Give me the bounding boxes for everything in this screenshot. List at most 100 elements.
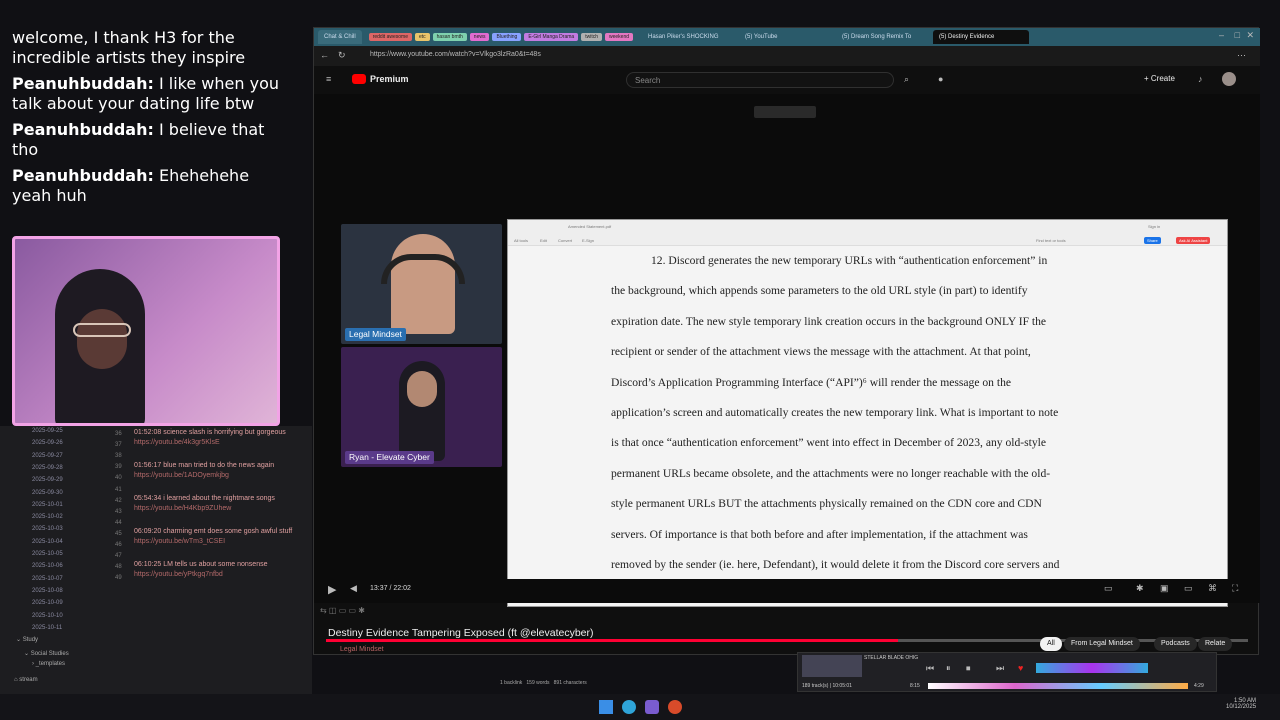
minimize-icon[interactable]: –: [1219, 30, 1224, 40]
note-link[interactable]: https://youtu.be/yPtkgq7nfbd: [134, 571, 267, 578]
search-icon[interactable]: ⌕: [904, 74, 909, 85]
pdf-sign-in[interactable]: Sign in: [1148, 224, 1160, 229]
pdf-menu-convert[interactable]: Convert: [558, 238, 572, 243]
play-icon[interactable]: ▶: [328, 583, 336, 596]
edge-icon[interactable]: [622, 700, 636, 714]
browser-tab[interactable]: (5) YouTube: [739, 30, 835, 44]
browser-tab[interactable]: (5) Destiny Evidence: [933, 30, 1029, 44]
file-tree-item[interactable]: 2025-10-02: [32, 514, 63, 520]
pdf-menu-edit[interactable]: Edit: [540, 238, 547, 243]
menu-icon[interactable]: ≡: [326, 74, 331, 84]
settings-icon[interactable]: ✱: [1136, 583, 1144, 594]
browser-window: Chat & Chill reddit awesome etc hasan bmth…: [313, 27, 1260, 655]
tab-group-pill[interactable]: weekend: [604, 33, 633, 41]
chip-all[interactable]: All: [1040, 637, 1062, 651]
maximize-icon[interactable]: □: [1235, 30, 1240, 40]
file-tree-item[interactable]: 2025-10-11: [32, 625, 62, 631]
tab-group-pill[interactable]: Bluething: [492, 33, 522, 41]
pdf-tab[interactable]: Amended Statement.pdf: [568, 224, 611, 229]
tab-group-pill[interactable]: hasan bmth: [432, 33, 467, 41]
file-tree-item[interactable]: 2025-09-27: [32, 453, 63, 459]
file-tree-item[interactable]: 2025-10-09: [32, 600, 63, 606]
file-tree-item[interactable]: 2025-10-05: [32, 551, 63, 557]
search-input[interactable]: Search: [626, 72, 894, 88]
file-tree-item[interactable]: 2025-10-04: [32, 539, 63, 545]
next-icon[interactable]: ⏭: [996, 663, 1004, 674]
chat-message: welcome, I thank H3 for the incredible a…: [12, 28, 246, 67]
vault-switcher[interactable]: ⌂ stream: [14, 677, 38, 683]
close-icon[interactable]: ✕: [1246, 30, 1254, 41]
refresh-icon[interactable]: ↻: [338, 50, 346, 61]
volume-icon[interactable]: ◀: [350, 583, 357, 594]
time-display: 13:37 / 22:02: [370, 585, 411, 592]
app-icon[interactable]: [668, 700, 682, 714]
file-tree-item[interactable]: 2025-10-03: [32, 526, 63, 532]
youtube-premium-label[interactable]: Premium: [370, 74, 409, 84]
pause-icon[interactable]: ⏸: [946, 663, 951, 674]
captions-icon[interactable]: ▭: [1104, 583, 1113, 594]
pdf-ai-button[interactable]: Ask AI Assistant: [1176, 237, 1211, 244]
line-number: 44: [115, 519, 122, 526]
note-link[interactable]: https://youtu.be/H4Kbp9ZUhew: [134, 505, 275, 512]
file-tree-item[interactable]: 2025-10-01: [32, 502, 63, 508]
chip-from-channel[interactable]: From Legal Mindset: [1064, 637, 1140, 651]
prev-icon[interactable]: ⏮: [926, 663, 934, 674]
url-field[interactable]: https://www.youtube.com/watch?v=Vlkgo3lz…: [370, 51, 541, 58]
chip-related[interactable]: Relate: [1198, 637, 1233, 651]
create-button[interactable]: + Create: [1144, 74, 1175, 83]
pdf-menu-all-tools[interactable]: All tools: [514, 238, 528, 243]
obsidian-icon[interactable]: [645, 700, 659, 714]
pdf-share-button[interactable]: Share: [1144, 237, 1161, 244]
fullscreen-icon[interactable]: ⛶: [1232, 583, 1238, 594]
miniplayer-icon[interactable]: ▣: [1160, 583, 1169, 594]
pdf-line: 12. Discord generates the new temporary …: [651, 254, 1048, 267]
note-link[interactable]: https://youtu.be/4k3gr5KlsE: [134, 439, 286, 446]
theater-icon[interactable]: ▭: [1184, 583, 1193, 594]
video-player[interactable]: Legal Mindset Ryan - Elevate Cyber Amend…: [314, 94, 1260, 642]
line-number: 41: [115, 486, 122, 493]
file-tree-item[interactable]: 2025-09-29: [32, 477, 63, 483]
browser-tab[interactable]: Hasan Piker's SHOCKING: [642, 30, 738, 44]
tab-strip: Hasan Piker's SHOCKING (5) YouTube (5) Dre…: [642, 30, 1030, 44]
bell-icon[interactable]: ♪: [1198, 74, 1203, 84]
cast-icon[interactable]: ⌘: [1208, 583, 1217, 594]
file-tree-item[interactable]: 2025-09-28: [32, 465, 63, 471]
stop-icon[interactable]: ⏹: [966, 663, 971, 674]
pdf-text: 12. Discord generates the new temporary …: [611, 246, 1131, 606]
back-icon[interactable]: ←: [320, 50, 329, 60]
note-text: 05:54:34 i learned about the nightmare s…: [134, 495, 275, 502]
file-tree-item[interactable]: 2025-10-06: [32, 563, 63, 569]
tab-group-pill[interactable]: E-Girl Manga Drama: [524, 33, 579, 41]
tab-group-pill[interactable]: twitch: [581, 33, 602, 41]
windows-start-icon[interactable]: [599, 700, 613, 714]
pdf-find[interactable]: Find text or tools: [1036, 238, 1066, 243]
waveform-seekbar[interactable]: [928, 683, 1188, 689]
file-tree-item[interactable]: 2025-09-26: [32, 440, 63, 446]
browser-tab[interactable]: (5) Dream Song Remix To: [836, 30, 932, 44]
mic-icon[interactable]: ●: [938, 74, 943, 84]
file-tree-item[interactable]: 2025-10-07: [32, 576, 63, 582]
tab-group-pill[interactable]: reddit awesome: [368, 33, 412, 41]
pdf-menu-esign[interactable]: E-Sign: [582, 238, 594, 243]
pdf-line: permanent URLs became obsolete, and the …: [611, 466, 1051, 480]
note-link[interactable]: https://youtu.be/wTm3_tCSEI: [134, 538, 292, 545]
file-tree-item[interactable]: 2025-10-08: [32, 588, 63, 594]
channel-name[interactable]: Legal Mindset: [340, 646, 384, 653]
file-tree-item[interactable]: 2025-10-10: [32, 613, 63, 619]
chip-podcasts[interactable]: Podcasts: [1154, 637, 1197, 651]
file-tree-item[interactable]: 2025-09-30: [32, 490, 63, 496]
heart-icon[interactable]: ♥: [1018, 663, 1023, 673]
streamer-webcam: [12, 236, 280, 426]
avatar[interactable]: [1222, 72, 1236, 86]
tree-folder-study[interactable]: ⌄ Study: [16, 636, 38, 643]
tree-folder-social[interactable]: ⌄ Social Studies: [24, 650, 69, 657]
tree-folder-templates[interactable]: › _templates: [32, 661, 65, 667]
note-link[interactable]: https://youtu.be/1ADOyemkjbg: [134, 472, 274, 479]
tab-group-pill[interactable]: news: [469, 33, 490, 41]
file-tree-item[interactable]: 2025-09-25: [32, 428, 63, 434]
tab-group-chat-chill[interactable]: Chat & Chill: [318, 30, 362, 44]
tab-group-pill[interactable]: etc: [414, 33, 430, 41]
camera-label: Legal Mindset: [345, 328, 406, 341]
youtube-logo-icon[interactable]: [352, 74, 366, 84]
more-icon[interactable]: ⋯: [1237, 50, 1246, 61]
